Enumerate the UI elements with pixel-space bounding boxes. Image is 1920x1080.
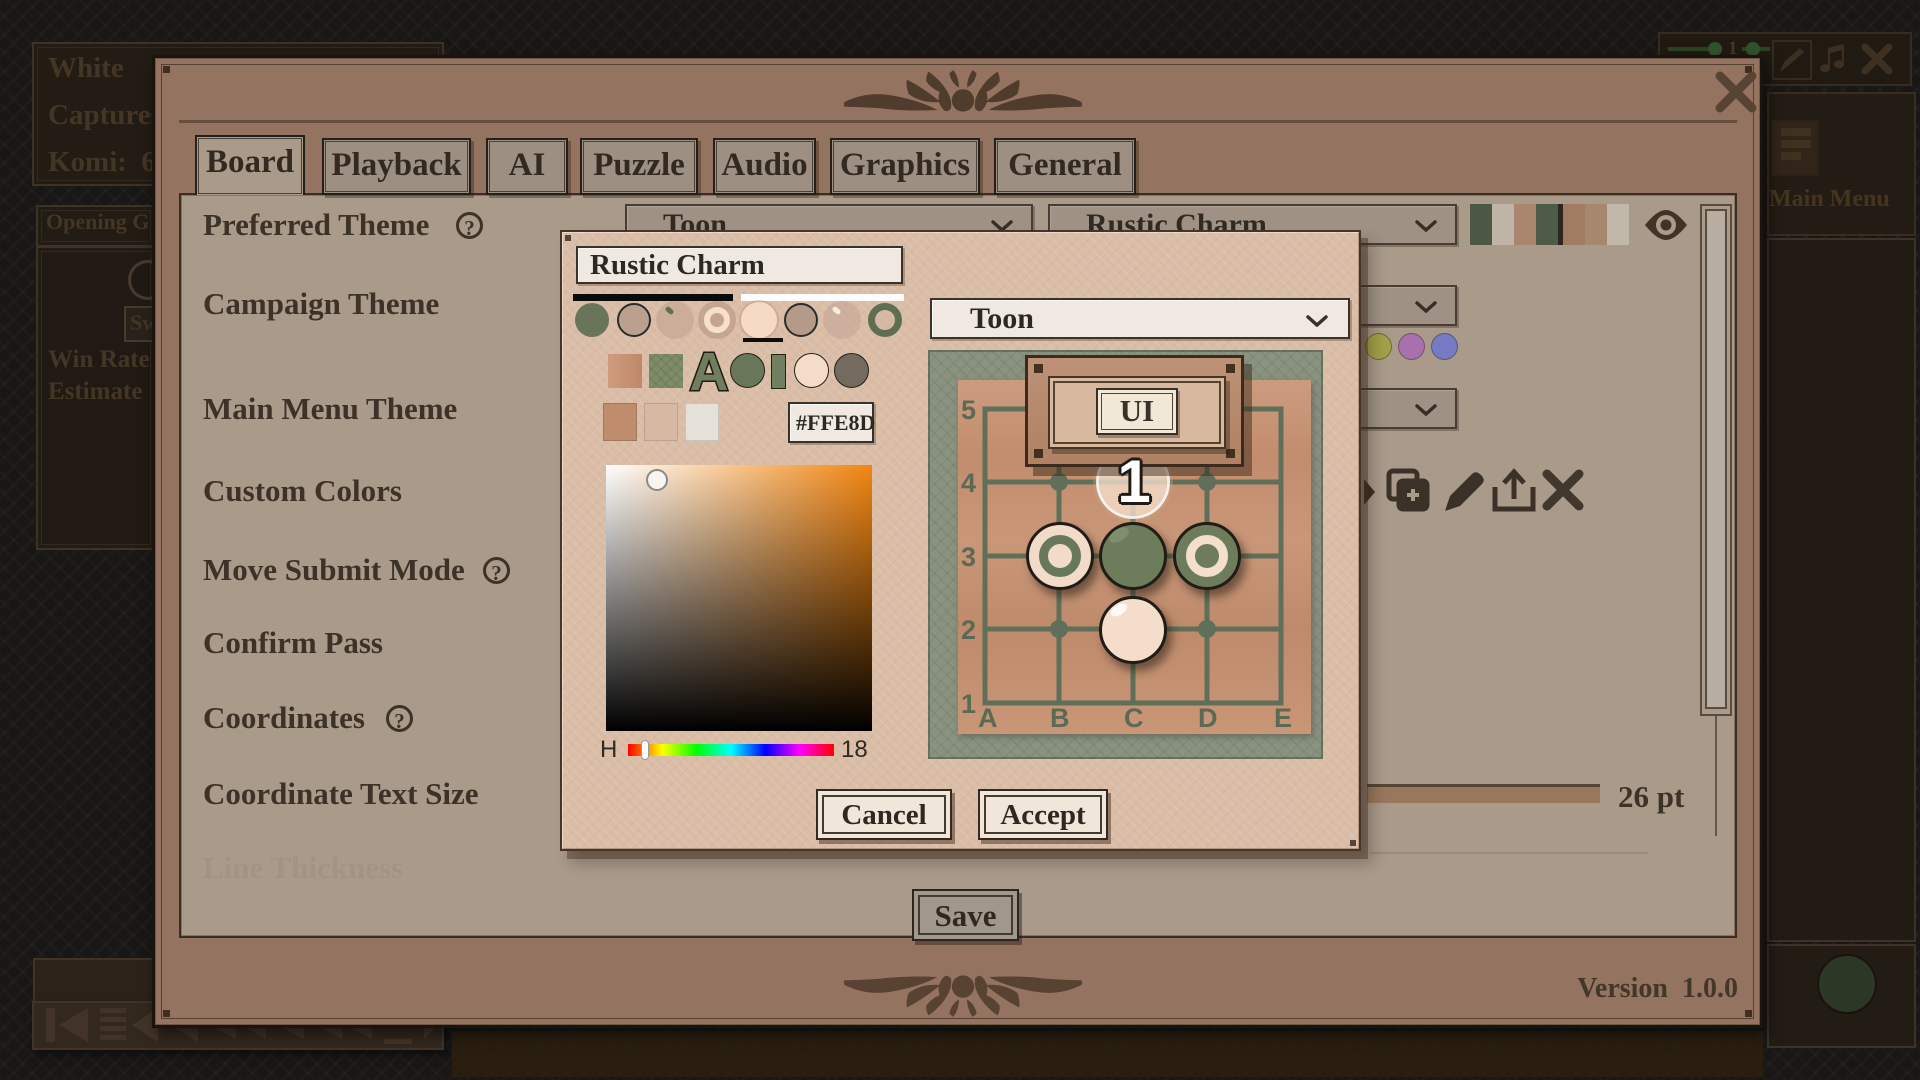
svg-text:1: 1: [961, 689, 976, 719]
svg-text:4: 4: [961, 468, 976, 498]
svg-text:C: C: [1124, 703, 1144, 733]
svg-text:A: A: [978, 703, 998, 733]
svg-text:2: 2: [961, 615, 976, 645]
svg-text:3: 3: [961, 542, 976, 572]
svg-text:5: 5: [961, 395, 976, 425]
svg-text:D: D: [1198, 703, 1218, 733]
svg-text:B: B: [1050, 703, 1070, 733]
svg-text:E: E: [1274, 703, 1292, 733]
